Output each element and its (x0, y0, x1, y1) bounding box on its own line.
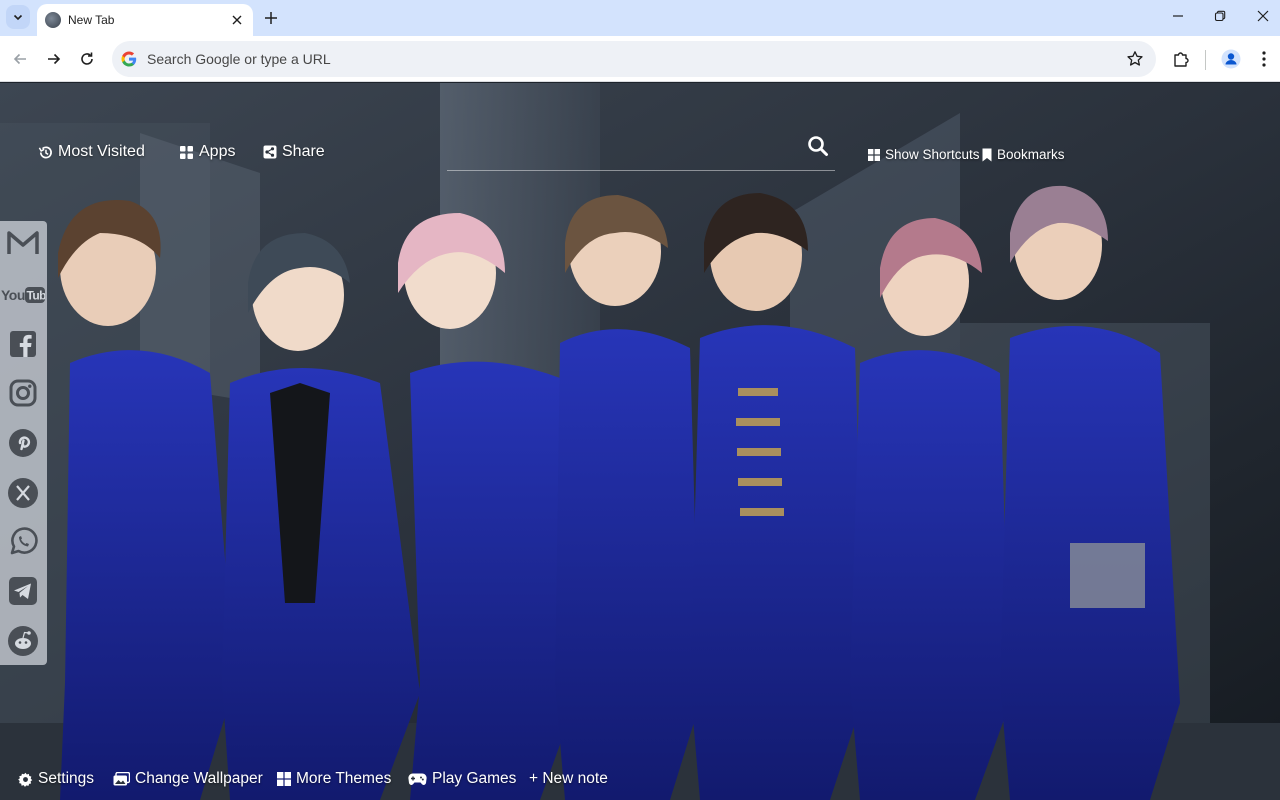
windows-grid-icon (868, 148, 880, 161)
restore-icon (1214, 10, 1226, 22)
close-icon (1257, 10, 1269, 22)
extensions-button[interactable] (1169, 47, 1193, 71)
apps-label: Apps (199, 143, 236, 160)
new-tab-page: Most Visited Apps Share Show Shortcuts B… (0, 83, 1280, 800)
chevron-down-icon (13, 14, 23, 21)
bookmark-icon (982, 148, 992, 161)
show-shortcuts-link[interactable]: Show Shortcuts (868, 147, 980, 162)
bookmarks-label: Bookmarks (997, 147, 1065, 162)
bookmark-star-icon[interactable] (1126, 50, 1144, 68)
youtube-link[interactable]: You Tube (1, 279, 45, 311)
gear-icon (18, 772, 33, 787)
svg-text:Tube: Tube (27, 289, 46, 303)
menu-button[interactable] (1252, 47, 1276, 71)
google-icon (121, 51, 137, 67)
change-wallpaper-link[interactable]: Change Wallpaper (113, 770, 263, 788)
search-icon[interactable] (807, 135, 829, 157)
gamepad-icon (408, 772, 427, 785)
facebook-link[interactable] (7, 328, 39, 360)
wallpaper-image (0, 83, 1280, 800)
most-visited-link[interactable]: Most Visited (38, 143, 145, 161)
new-note-link[interactable]: + New note (529, 770, 608, 788)
forward-arrow-icon (48, 53, 61, 65)
forward-button[interactable] (40, 45, 68, 73)
tab-close-button[interactable] (229, 12, 245, 28)
avatar-icon (1221, 49, 1241, 69)
close-icon (232, 15, 242, 25)
back-button[interactable] (6, 45, 34, 73)
whatsapp-icon (10, 527, 38, 555)
share-icon (263, 145, 277, 159)
instagram-icon (9, 379, 37, 407)
minimize-button[interactable] (1156, 0, 1200, 32)
facebook-icon (10, 331, 36, 357)
tab-search-button[interactable] (6, 5, 30, 29)
show-shortcuts-label: Show Shortcuts (885, 147, 980, 162)
most-visited-label: Most Visited (58, 143, 145, 160)
omnibox[interactable] (112, 41, 1156, 77)
close-window-button[interactable] (1241, 0, 1280, 32)
svg-text:You: You (1, 287, 25, 303)
gmail-link[interactable] (7, 227, 39, 259)
restore-button[interactable] (1198, 0, 1242, 32)
apps-link[interactable]: Apps (179, 143, 235, 161)
reddit-icon (8, 626, 38, 656)
puzzle-icon (1174, 52, 1189, 67)
share-link[interactable]: Share (263, 143, 325, 161)
whatsapp-link[interactable] (7, 526, 39, 558)
omnibox-input[interactable] (147, 51, 1156, 67)
social-sidebar: You Tube (0, 221, 47, 665)
reload-button[interactable] (73, 45, 101, 73)
wallpaper-search-input[interactable] (447, 139, 797, 165)
plus-icon (265, 12, 277, 24)
tab-new-tab[interactable]: New Tab (37, 4, 253, 36)
change-wallpaper-label: Change Wallpaper (135, 770, 263, 787)
x-link[interactable] (7, 477, 39, 509)
toolbar-divider (1205, 50, 1206, 70)
settings-link[interactable]: Settings (18, 770, 94, 788)
minimize-icon (1173, 15, 1183, 17)
settings-label: Settings (38, 770, 95, 787)
telegram-link[interactable] (7, 575, 39, 607)
wallpaper-search (447, 133, 835, 171)
pinterest-icon (9, 429, 37, 457)
gmail-icon (7, 231, 39, 254)
telegram-icon (9, 577, 37, 605)
new-tab-button[interactable] (258, 5, 284, 31)
apps-grid-icon (180, 145, 193, 159)
history-icon (38, 145, 52, 158)
tab-strip: New Tab (0, 0, 1280, 36)
reload-icon (81, 52, 93, 65)
tab-favicon-icon (45, 12, 61, 28)
pinterest-link[interactable] (7, 427, 39, 459)
more-themes-label: More Themes (296, 770, 392, 787)
back-arrow-icon (13, 53, 26, 65)
windows-grid-icon (277, 772, 291, 786)
share-label: Share (282, 143, 325, 160)
wallpaper-icon (113, 772, 130, 786)
reddit-link[interactable] (7, 625, 39, 657)
instagram-link[interactable] (7, 377, 39, 409)
youtube-icon: You Tube (1, 287, 46, 303)
x-icon (8, 478, 38, 508)
more-vertical-icon (1262, 51, 1266, 67)
profile-button[interactable] (1219, 47, 1243, 71)
more-themes-link[interactable]: More Themes (277, 770, 391, 788)
tab-title: New Tab (68, 13, 115, 27)
new-note-label: + New note (529, 770, 608, 787)
browser-toolbar (0, 36, 1280, 82)
play-games-link[interactable]: Play Games (408, 770, 516, 788)
play-games-label: Play Games (432, 770, 517, 787)
bookmarks-link[interactable]: Bookmarks (982, 147, 1065, 162)
